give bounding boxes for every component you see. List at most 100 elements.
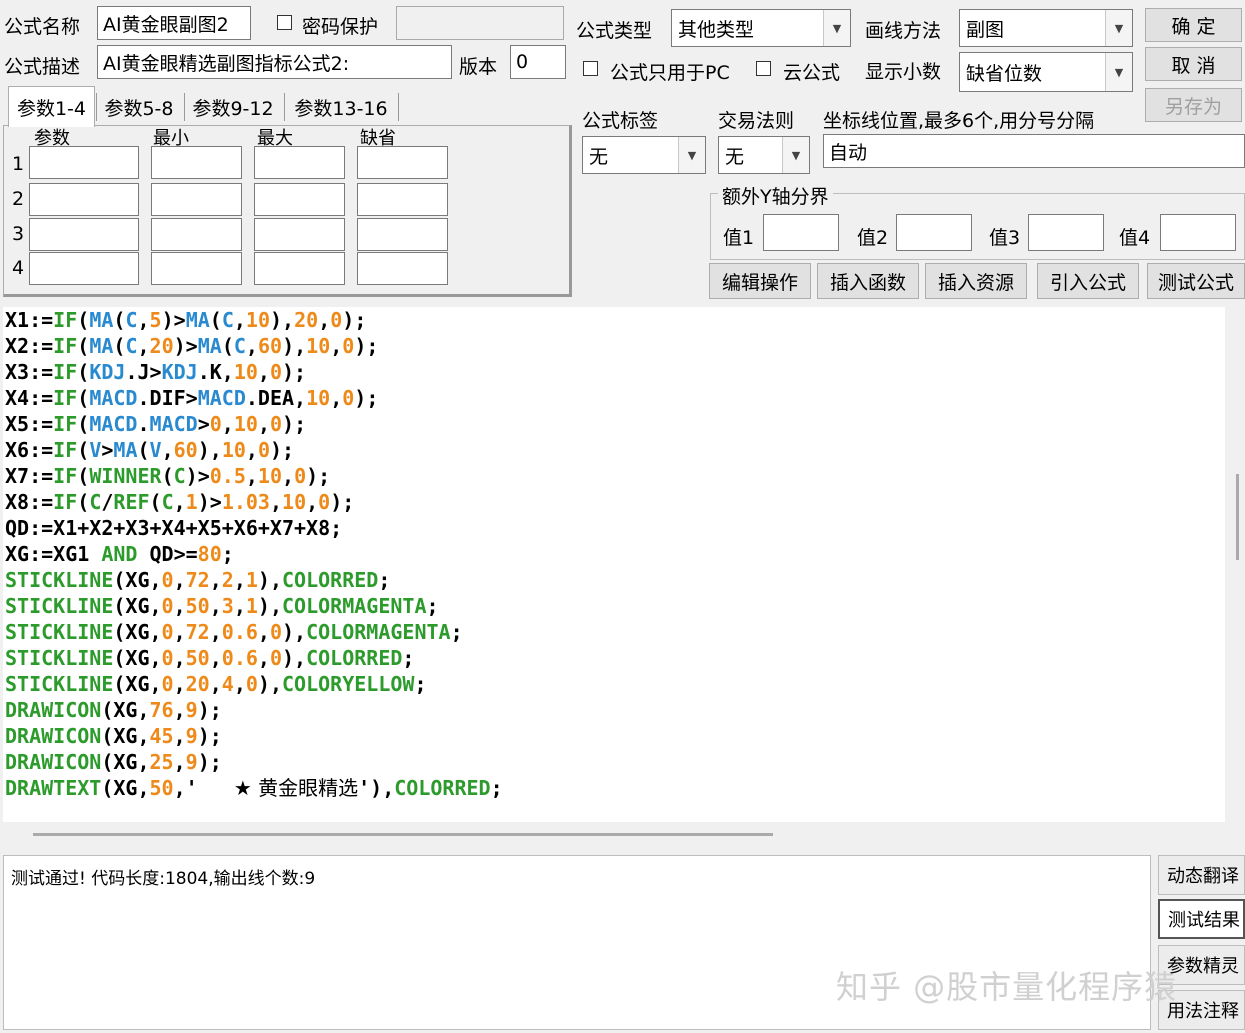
code-line: X6:=IF(V>MA(V,60),10,0); <box>5 437 294 463</box>
code-token: ); <box>354 386 379 410</box>
code-token: )> <box>161 308 186 332</box>
chevron-down-icon[interactable]: ▼ <box>782 137 809 173</box>
formula-name-label: 公式名称 <box>4 16 81 38</box>
code-token: IF <box>53 412 78 436</box>
param-row-number: 2 <box>12 188 25 210</box>
param-1-min-input[interactable] <box>151 146 242 179</box>
draw-method-select[interactable]: 副图 ▼ <box>959 9 1133 47</box>
formula-name-input[interactable]: AI黄金眼副图2 <box>97 6 251 40</box>
param-2-min-input[interactable] <box>151 183 242 216</box>
chevron-down-icon[interactable]: ▼ <box>678 137 705 173</box>
tab-params-9-12[interactable]: 参数9-12 <box>186 89 280 125</box>
param-2-default-input[interactable] <box>357 183 448 216</box>
code-token: 9 <box>185 724 198 748</box>
param-1-name-input[interactable] <box>29 146 139 179</box>
param-4-name-input[interactable] <box>29 252 139 285</box>
ok-button[interactable]: 确 定 <box>1145 8 1242 42</box>
cancel-button[interactable]: 取 消 <box>1145 47 1242 81</box>
code-token: , <box>173 646 186 670</box>
code-token: DRAWICON <box>5 698 102 722</box>
param-1-default-input[interactable] <box>357 146 448 179</box>
param-3-min-input[interactable] <box>151 218 242 251</box>
code-token: , <box>233 672 246 696</box>
code-token: 黄金眼精选 <box>251 776 359 800</box>
code-token: 45 <box>149 724 174 748</box>
tab-divider <box>96 93 97 121</box>
param-3-max-input[interactable] <box>254 218 345 251</box>
code-token: ( <box>77 334 90 358</box>
formula-type-select[interactable]: 其他类型 ▼ <box>671 9 851 47</box>
code-token: COLORMAGENTA <box>282 594 427 618</box>
code-token: 20 <box>185 672 210 696</box>
code-token: .DIF> <box>137 386 198 410</box>
code-line: X2:=IF(MA(C,20)>MA(C,60),10,0); <box>5 333 378 359</box>
code-token: C <box>221 308 234 332</box>
decimal-select[interactable]: 缺省位数 ▼ <box>959 52 1133 92</box>
code-token: MA <box>113 438 138 462</box>
code-token: , <box>173 750 186 774</box>
tab-params-5-8[interactable]: 参数5-8 <box>98 89 180 125</box>
test-formula-button[interactable]: 测试公式 <box>1147 263 1245 299</box>
vertical-scrollbar[interactable] <box>1236 474 1239 560</box>
code-token: 20 <box>294 308 319 332</box>
code-token: 4 <box>221 672 234 696</box>
pc-only-label: 公式只用于PC <box>610 62 730 84</box>
edit-operation-button[interactable]: 编辑操作 <box>709 263 811 299</box>
password-protect-checkbox[interactable] <box>277 15 292 30</box>
chevron-down-icon[interactable]: ▼ <box>823 10 850 46</box>
insert-function-button[interactable]: 插入函数 <box>817 263 919 299</box>
param-2-max-input[interactable] <box>254 183 345 216</box>
horizontal-scroll-thumb[interactable] <box>33 833 773 836</box>
code-token: , <box>209 594 222 618</box>
value1-input[interactable] <box>763 214 839 251</box>
code-token: ,' <box>173 776 234 800</box>
tab-params-13-16[interactable]: 参数13-16 <box>286 89 396 125</box>
tab-params-1-4[interactable]: 参数1-4 <box>8 86 95 127</box>
chevron-down-icon[interactable]: ▼ <box>1105 10 1132 46</box>
tab-dynamic-translation[interactable]: 动态翻译 <box>1158 855 1245 895</box>
code-token: QD:=X1+X2+X3+X4+X5+X6+X7+X8; <box>5 516 343 540</box>
code-token: '), <box>358 776 395 800</box>
value3-input[interactable] <box>1028 214 1104 251</box>
code-token: (XG, <box>101 698 150 722</box>
code-token: ); <box>282 360 307 384</box>
code-token: AND <box>101 542 138 566</box>
code-token: 0.6 <box>221 646 258 670</box>
formula-tag-select[interactable]: 无 ▼ <box>582 136 706 174</box>
version-label: 版本 <box>459 56 498 78</box>
horizontal-scrollbar[interactable] <box>3 824 1225 844</box>
trade-rule-select[interactable]: 无 ▼ <box>718 136 810 174</box>
code-token: , <box>173 620 186 644</box>
code-token: 25 <box>149 750 174 774</box>
cloud-formula-checkbox[interactable] <box>756 61 771 76</box>
code-line: X7:=IF(WINNER(C)>0.5,10,0); <box>5 463 330 489</box>
password-input[interactable] <box>396 6 564 40</box>
param-1-max-input[interactable] <box>254 146 345 179</box>
formula-desc-input[interactable]: AI黄金眼精选副图指标公式2: <box>97 45 452 79</box>
code-token: ); <box>306 464 331 488</box>
code-token: 0 <box>269 412 283 436</box>
import-formula-button[interactable]: 引入公式 <box>1037 263 1139 299</box>
save-as-button[interactable]: 另存为 <box>1145 88 1242 122</box>
decimal-value: 缺省位数 <box>966 62 1043 85</box>
code-token: IF <box>53 308 78 332</box>
param-4-max-input[interactable] <box>254 252 345 285</box>
code-token: , <box>233 594 246 618</box>
param-4-default-input[interactable] <box>357 252 448 285</box>
code-token: ( <box>221 334 234 358</box>
code-token: X5:= <box>5 412 54 436</box>
param-2-name-input[interactable] <box>29 183 139 216</box>
value4-input[interactable] <box>1160 214 1236 251</box>
param-3-name-input[interactable] <box>29 218 139 251</box>
param-3-default-input[interactable] <box>357 218 448 251</box>
pc-only-checkbox[interactable] <box>583 61 598 76</box>
value2-input[interactable] <box>896 214 972 251</box>
insert-resource-button[interactable]: 插入资源 <box>925 263 1027 299</box>
value4-label: 值4 <box>1119 227 1151 249</box>
param-4-min-input[interactable] <box>151 252 242 285</box>
axis-position-input[interactable]: 自动 <box>823 134 1245 168</box>
code-editor[interactable]: X1:=IF(MA(C,5)>MA(C,10),20,0); X2:=IF(MA(… <box>3 307 1225 822</box>
version-input[interactable]: 0 <box>510 45 566 79</box>
tab-test-result[interactable]: 测试结果 <box>1158 899 1245 939</box>
chevron-down-icon[interactable]: ▼ <box>1105 53 1132 91</box>
